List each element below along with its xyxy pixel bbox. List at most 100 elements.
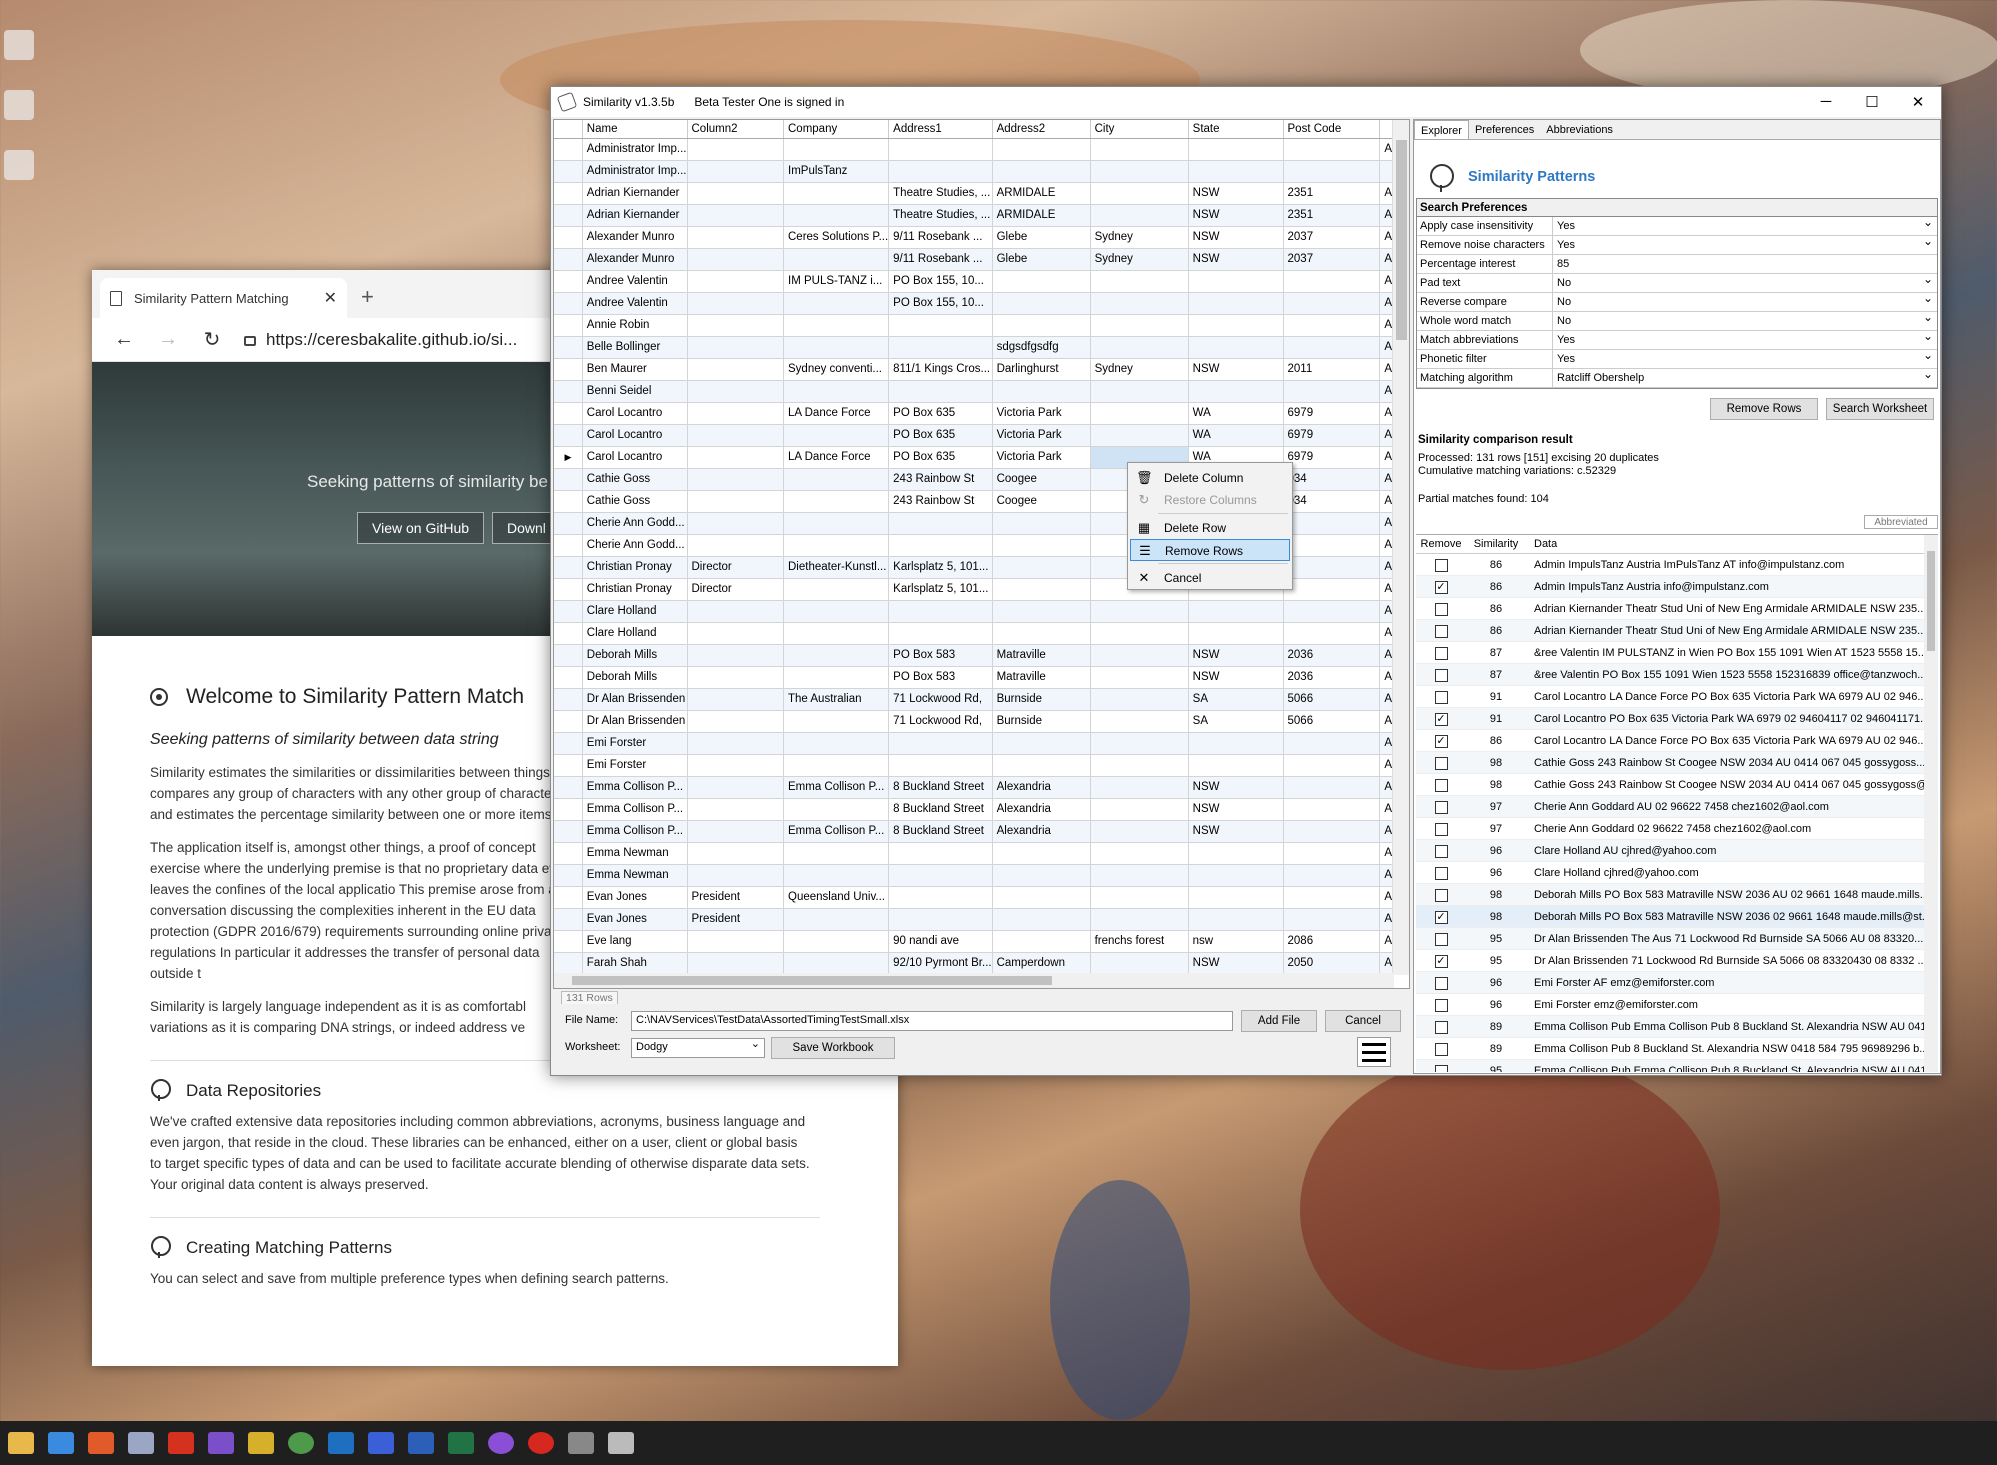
table-cell[interactable] [1283, 534, 1381, 557]
abbreviated-toggle[interactable]: Abbreviated [1864, 515, 1938, 529]
table-cell[interactable]: 2050 [1283, 952, 1381, 975]
table-row[interactable]: Emma Newman A [554, 842, 1409, 865]
table-cell[interactable]: 2036 [1283, 644, 1381, 667]
row-header[interactable] [554, 490, 583, 513]
table-cell[interactable]: Alexander Munro [582, 248, 688, 271]
row-header[interactable] [554, 732, 583, 755]
table-cell[interactable] [687, 820, 784, 843]
table-cell[interactable] [783, 380, 890, 403]
table-cell[interactable] [1090, 842, 1189, 865]
table-cell[interactable] [1283, 314, 1381, 337]
table-cell[interactable] [1283, 776, 1381, 799]
remove-checkbox[interactable] [1434, 822, 1448, 836]
table-cell[interactable] [687, 622, 784, 645]
match-row[interactable]: ✓ 86 Carol Locantro LA Dance Force PO Box … [1416, 730, 1938, 752]
match-row[interactable]: 98 Deborah Mills PO Box 583 Matraville NS… [1416, 884, 1938, 906]
match-row[interactable]: ✓ 86 Admin ImpulsTanz Austria info@impulst… [1416, 576, 1938, 598]
table-row[interactable]: Belle Bollinger sdgsdfgsdfg A [554, 336, 1409, 359]
preference-dropdown[interactable]: Yes [1553, 327, 1937, 349]
app-icon[interactable] [488, 1432, 514, 1454]
table-cell[interactable]: Carol Locantro [582, 446, 688, 469]
table-cell[interactable]: IM PULS-TANZ i... [783, 270, 890, 293]
table-row[interactable]: Adrian Kiernander Theatre Studies, ... ARM… [554, 182, 1409, 205]
table-cell[interactable]: Clare Holland [582, 600, 688, 623]
table-cell[interactable] [1090, 820, 1189, 843]
table-row[interactable]: Annie Robin A [554, 314, 1409, 337]
match-row[interactable]: ✓ 95 Dr Alan Brissenden 71 Lockwood Rd Bur… [1416, 950, 1938, 972]
table-cell[interactable] [1090, 270, 1189, 293]
table-cell[interactable]: Carol Locantro [582, 402, 688, 425]
mail-icon[interactable] [48, 1432, 74, 1454]
table-cell[interactable] [992, 864, 1091, 887]
table-row[interactable]: Dr Alan Brissenden The Australian 71 Lockw… [554, 688, 1409, 711]
match-row[interactable]: 97 Cherie Ann Goddard 02 96622 7458 chez1… [1416, 818, 1938, 840]
table-cell[interactable]: 2037 [1283, 248, 1381, 271]
table-cell[interactable]: Sydney [1090, 358, 1189, 381]
table-cell[interactable] [1090, 424, 1189, 447]
table-cell[interactable] [687, 336, 784, 359]
table-cell[interactable] [1283, 798, 1381, 821]
forward-icon[interactable]: → [146, 328, 190, 351]
remove-checkbox[interactable]: ✓ [1434, 910, 1448, 924]
menu-item-delete-row[interactable]: ▦ Delete Row [1130, 517, 1290, 539]
table-cell[interactable] [687, 534, 784, 557]
preference-dropdown[interactable]: No [1553, 289, 1937, 311]
table-cell[interactable]: NSW [1188, 798, 1284, 821]
table-cell[interactable]: NSW [1188, 666, 1284, 689]
table-cell[interactable]: Theatre Studies, ... [888, 182, 993, 205]
office-icon[interactable] [168, 1432, 194, 1454]
table-row[interactable]: Clare Holland A [554, 600, 1409, 623]
table-cell[interactable]: NSW [1188, 952, 1284, 975]
remove-checkbox[interactable]: ✓ [1434, 954, 1448, 968]
table-cell[interactable]: Burnside [992, 688, 1091, 711]
table-cell[interactable] [1090, 886, 1189, 909]
menu-item-cancel[interactable]: ✕ Cancel [1130, 567, 1290, 589]
table-cell[interactable]: NSW [1188, 226, 1284, 249]
opera-icon[interactable] [528, 1432, 554, 1454]
match-row[interactable]: 96 Clare Holland AU cjhred@yahoo.com [1416, 840, 1938, 862]
row-header[interactable] [554, 820, 583, 843]
table-cell[interactable] [1090, 754, 1189, 777]
table-row[interactable]: Emma Collison P... Emma Collison P... 8 Bu… [554, 820, 1409, 843]
data-column-header[interactable]: Data [1526, 535, 1938, 553]
row-header[interactable] [554, 380, 583, 403]
match-row[interactable]: ✓ 98 Deborah Mills PO Box 583 Matraville N… [1416, 906, 1938, 928]
preference-dropdown[interactable]: No [1553, 270, 1937, 292]
row-header[interactable] [554, 424, 583, 447]
table-cell[interactable] [783, 732, 890, 755]
row-header[interactable] [554, 952, 583, 975]
table-cell[interactable] [687, 292, 784, 315]
table-cell[interactable]: Alexandria [992, 820, 1091, 843]
table-cell[interactable] [687, 490, 784, 513]
row-header[interactable] [554, 710, 583, 733]
table-cell[interactable]: Victoria Park [992, 402, 1091, 425]
table-cell[interactable] [1188, 336, 1284, 359]
match-row[interactable]: 86 Adrian Kiernander Theatr Stud Uni of N… [1416, 598, 1938, 620]
table-row[interactable]: Carol Locantro LA Dance Force PO Box 635 Vi… [554, 402, 1409, 425]
table-row[interactable]: Alexander Munro 9/11 Rosebank ... Glebe Syd… [554, 248, 1409, 271]
table-cell[interactable] [687, 688, 784, 711]
table-cell[interactable] [1283, 270, 1381, 293]
table-cell[interactable]: 71 Lockwood Rd, [888, 688, 993, 711]
table-cell[interactable] [783, 534, 890, 557]
table-cell[interactable]: 6979 [1283, 402, 1381, 425]
table-cell[interactable]: frenchs forest [1090, 930, 1189, 953]
table-cell[interactable] [1090, 380, 1189, 403]
table-row[interactable]: Eve lang 90 nandi ave frenchs forest nsw 208… [554, 930, 1409, 953]
table-cell[interactable]: PO Box 635 [888, 402, 993, 425]
remove-checkbox[interactable] [1434, 668, 1448, 682]
table-cell[interactable] [1090, 182, 1189, 205]
table-cell[interactable] [1090, 688, 1189, 711]
table-cell[interactable] [783, 490, 890, 513]
remove-checkbox[interactable] [1434, 756, 1448, 770]
table-cell[interactable] [992, 512, 1091, 535]
table-cell[interactable]: 6979 [1283, 424, 1381, 447]
new-tab-icon[interactable]: + [361, 284, 374, 310]
table-cell[interactable] [1283, 754, 1381, 777]
table-cell[interactable]: President [687, 886, 784, 909]
table-cell[interactable] [1283, 512, 1381, 535]
remove-rows-button[interactable]: Remove Rows [1710, 398, 1818, 420]
app-icon[interactable] [88, 1432, 114, 1454]
table-cell[interactable]: Evan Jones [582, 886, 688, 909]
table-cell[interactable] [687, 204, 784, 227]
